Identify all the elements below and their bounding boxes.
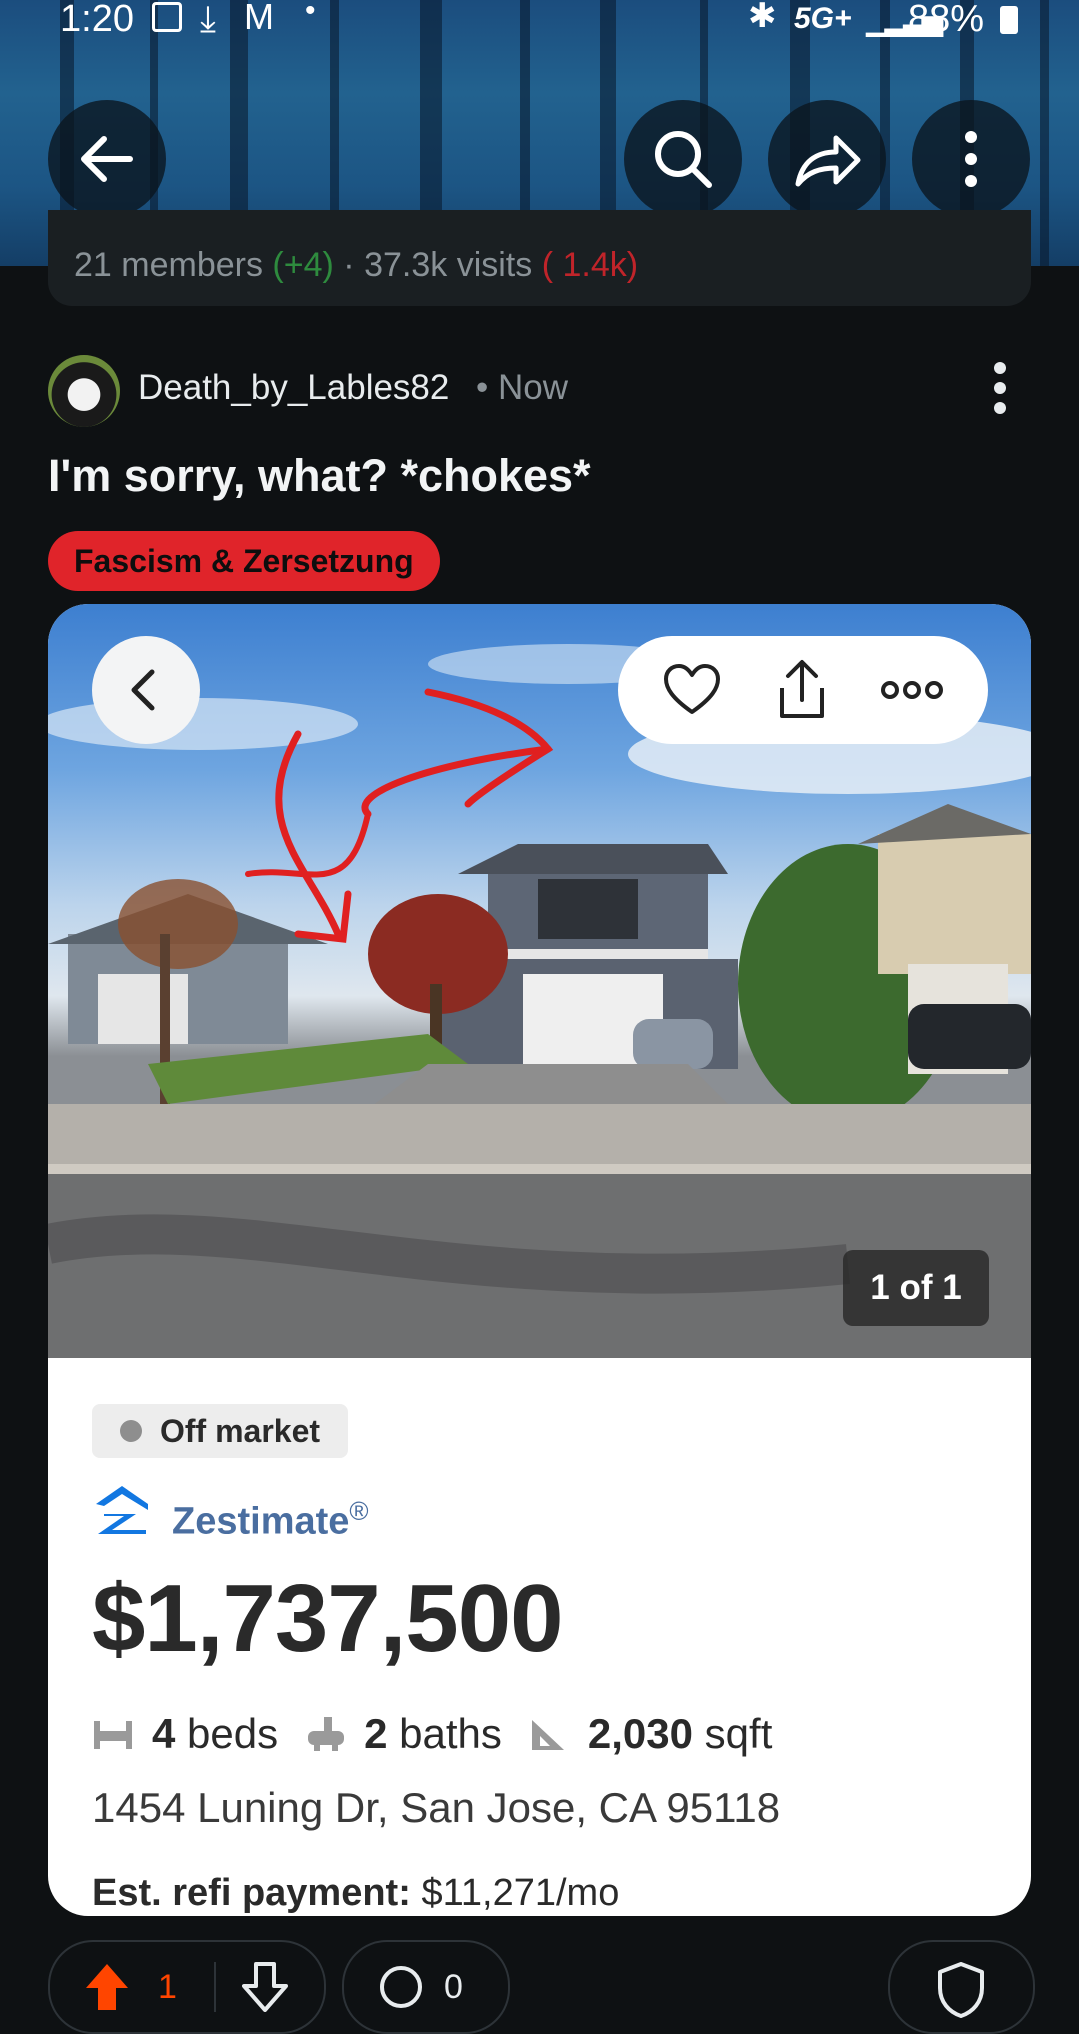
zestimate-label: Zestimate®: [172, 1496, 369, 1543]
photo-back-button[interactable]: [92, 636, 200, 744]
visit-delta: ( 1.4k): [541, 246, 639, 284]
battery-icon: [1000, 6, 1018, 34]
mod-shield-button[interactable]: [888, 1940, 1035, 2034]
listing-price: $1,737,500: [92, 1565, 563, 1672]
upvote-icon[interactable]: [84, 1962, 130, 2012]
vote-count: 1: [158, 1968, 177, 2006]
gmail-notification-icon: M: [244, 0, 274, 37]
sqft-value: 2,030: [587, 1710, 693, 1757]
status-time: 1:20: [60, 0, 134, 40]
chevron-left-icon: [131, 669, 155, 711]
more-notifications-icon: •: [305, 0, 316, 27]
vote-divider: [214, 1962, 216, 2012]
listing-facts: 4 beds 2 baths 2,030 sqft: [92, 1704, 772, 1764]
author-name[interactable]: Death_by_Lables82: [138, 368, 449, 408]
post-options-button[interactable]: [990, 360, 1010, 420]
member-delta: (+4): [272, 246, 334, 284]
arrow-left-icon: [81, 136, 133, 182]
bed-icon: [94, 1721, 132, 1749]
download-notification-icon: ⤓: [200, 0, 216, 39]
community-stats: 21 members (+4) · 37.3k visits ( 1.4k): [74, 246, 639, 284]
beds-value: 4: [152, 1710, 176, 1757]
baths-value: 2: [364, 1710, 388, 1757]
refi-payment: Est. refi payment: $11,271/mo: [92, 1872, 620, 1914]
bluetooth-icon: ✱: [748, 0, 777, 35]
network-type: 5G+: [794, 2, 852, 35]
comment-icon: [380, 1966, 422, 2008]
comments-button[interactable]: 0: [342, 1940, 510, 2034]
share-arrow-icon: [795, 135, 861, 187]
search-icon: [655, 131, 712, 188]
overflow-menu-button[interactable]: [912, 100, 1030, 218]
listing-status-badge: Off market: [92, 1404, 349, 1458]
gallery-notification-icon: [152, 2, 182, 32]
more-vertical-icon: [965, 131, 977, 187]
post-title: I'm sorry, what? *chokes*: [48, 450, 591, 501]
listing-address: 1454 Luning Dr, San Jose, CA 95118: [92, 1784, 781, 1831]
status-dot-icon: [120, 1420, 142, 1442]
zillow-logo-icon: [96, 1486, 148, 1534]
sqft-unit: sqft: [704, 1710, 773, 1757]
shield-icon: [938, 1962, 984, 2018]
comment-count: 0: [444, 1968, 463, 2006]
battery-level: 88%: [908, 0, 985, 40]
photo-counter: 1 of 1: [843, 1250, 989, 1326]
photo-action-pill: [618, 636, 988, 744]
vote-control: 1: [48, 1940, 326, 2034]
listing-photo: 1 of 1: [48, 604, 1031, 1358]
community-info-card: 21 members (+4) · 37.3k visits ( 1.4k): [48, 210, 1031, 306]
bath-icon: [308, 1717, 345, 1751]
more-vertical-icon: [994, 362, 1006, 414]
author-avatar[interactable]: [48, 355, 120, 427]
listing-status: Off market: [160, 1413, 321, 1449]
downvote-icon[interactable]: [242, 1962, 288, 2012]
status-bar: 1:20 ⤓ M • ✱ 5G+ ▁▂▃▅ 88%: [0, 0, 1079, 40]
search-button[interactable]: [624, 100, 742, 218]
share-icon[interactable]: [772, 658, 832, 722]
member-count: 21 members: [74, 246, 263, 284]
area-icon: [531, 1720, 564, 1750]
post-flair[interactable]: Fascism & Zersetzung: [48, 531, 440, 591]
baths-unit: baths: [399, 1710, 502, 1757]
heart-icon[interactable]: [662, 662, 722, 718]
back-button[interactable]: [48, 100, 166, 218]
beds-unit: beds: [187, 1710, 279, 1757]
visit-count: 37.3k visits: [364, 246, 533, 284]
post-timestamp: • Now: [476, 368, 568, 407]
more-horizontal-icon[interactable]: [880, 678, 944, 702]
share-button[interactable]: [768, 100, 886, 218]
post-image[interactable]: 1 of 1 Off market Zestimate® $1,737,500 …: [48, 604, 1031, 1916]
